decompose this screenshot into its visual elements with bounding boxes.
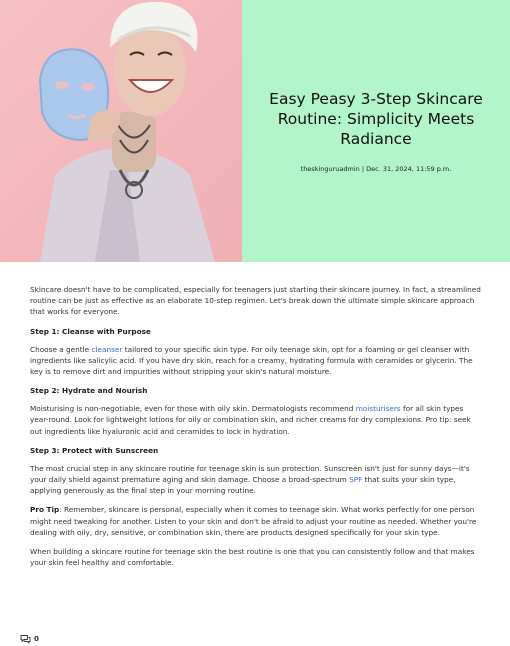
comment-count: 0 — [34, 634, 39, 643]
cleanser-link[interactable]: cleanser — [92, 345, 123, 354]
meta-separator: | — [361, 165, 365, 173]
comment-icon — [20, 629, 31, 646]
step1-text-before: Choose a gentle — [30, 344, 92, 354]
comment-counter[interactable]: 0 — [20, 629, 39, 646]
protip-paragraph: Pro Tip: Remember, skincare is personal,… — [30, 504, 482, 538]
protip-text: : Remember, skincare is personal, especi… — [30, 505, 477, 537]
step1-paragraph: Choose a gentle cleanser tailored to you… — [30, 344, 482, 378]
article-meta: theskinguruadmin | Dec. 31, 2024, 11:59 … — [301, 165, 452, 173]
publish-date: Dec. 31, 2024, 11:59 p.m. — [366, 165, 452, 173]
hero-title-panel: Easy Peasy 3-Step Skincare Routine: Simp… — [242, 0, 510, 262]
step2-heading: Step 2: Hydrate and Nourish — [30, 386, 148, 396]
article-body: Skincare doesn't have to be complicated,… — [30, 284, 482, 576]
intro-paragraph: Skincare doesn't have to be complicated,… — [30, 285, 481, 317]
article-title: Easy Peasy 3-Step Skincare Routine: Simp… — [269, 90, 483, 148]
hero-portrait-illustration — [38, 1, 215, 262]
author-link[interactable]: theskinguruadmin — [301, 165, 360, 173]
step3-heading: Step 3: Protect with Sunscreen — [30, 445, 159, 455]
spf-link[interactable]: SPF — [349, 475, 362, 484]
step2-paragraph: Moisturising is non-negotiable, even for… — [30, 403, 482, 437]
step1-heading: Step 1: Cleanse with Purpose — [30, 326, 151, 336]
moisturisers-link[interactable]: moisturisers — [356, 404, 401, 413]
closing-paragraph: When building a skincare routine for tee… — [30, 547, 475, 568]
hero-photo — [0, 0, 242, 262]
step2-text-before: Moisturising is non-negotiable, even for… — [30, 404, 356, 414]
protip-label: Pro Tip — [30, 505, 60, 515]
step3-paragraph: The most crucial step in any skincare ro… — [30, 463, 482, 497]
article-hero: Easy Peasy 3-Step Skincare Routine: Simp… — [0, 0, 510, 262]
